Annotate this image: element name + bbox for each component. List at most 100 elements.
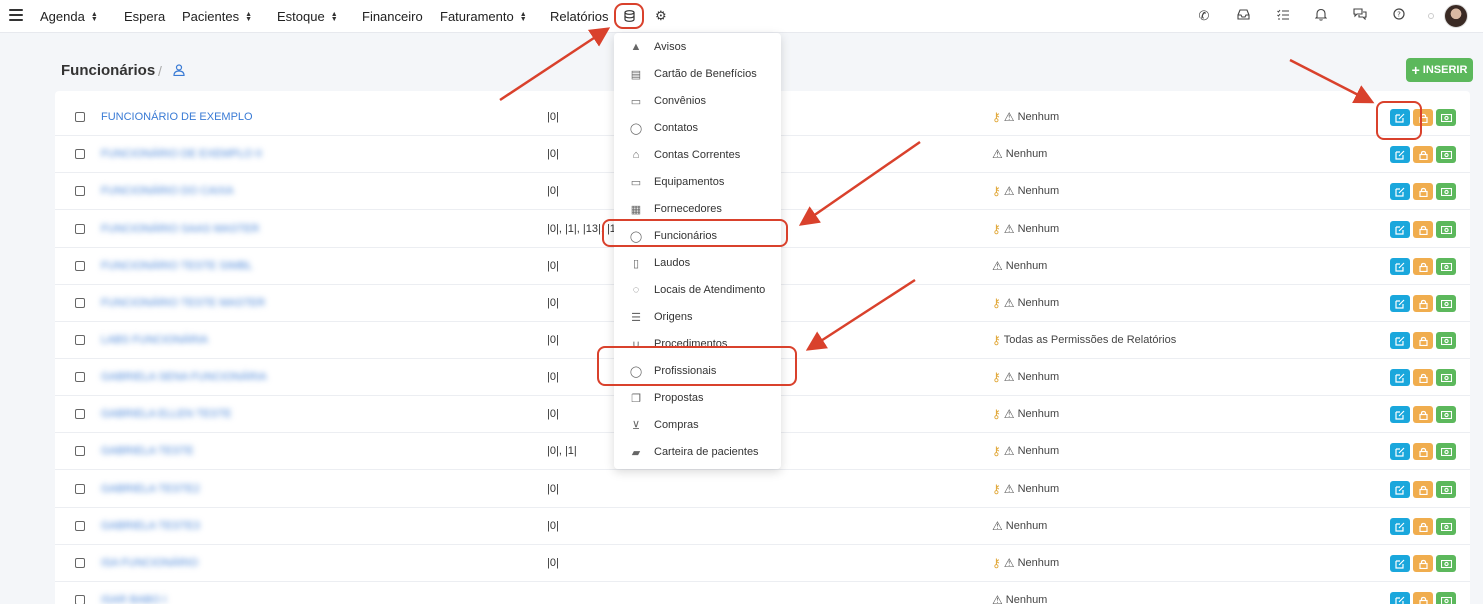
employee-name-link[interactable]: FUNCIONÁRIO SAAS MASTER bbox=[101, 223, 259, 235]
edit-button[interactable] bbox=[1390, 146, 1410, 163]
employee-name-link[interactable]: GABRIELA TESTE bbox=[101, 445, 194, 457]
inbox-icon[interactable] bbox=[1235, 8, 1251, 23]
dropdown-item[interactable]: ❐ Propostas bbox=[614, 386, 781, 410]
dropdown-item[interactable]: ⌂ Contas Correntes bbox=[614, 143, 781, 167]
permissions-button[interactable] bbox=[1413, 406, 1433, 423]
edit-button[interactable] bbox=[1390, 406, 1410, 423]
gear-icon[interactable]: ⚙ bbox=[655, 8, 667, 24]
financial-button[interactable] bbox=[1436, 258, 1456, 275]
nav-faturamento[interactable]: Faturamento ▲ ▼ bbox=[440, 9, 527, 24]
employee-name-link[interactable]: GABRIELA TESTE3 bbox=[101, 520, 200, 532]
table-row[interactable]: GABRIELA TESTE2 |0| ⚷ ⚠ Nenhum bbox=[55, 471, 1470, 508]
edit-button[interactable] bbox=[1390, 592, 1410, 604]
permissions-button[interactable] bbox=[1413, 592, 1433, 604]
edit-button[interactable] bbox=[1390, 183, 1410, 200]
dropdown-item[interactable]: ◯ Contatos bbox=[614, 116, 781, 140]
permissions-button[interactable] bbox=[1413, 332, 1433, 349]
financial-button[interactable] bbox=[1436, 592, 1456, 604]
nav-agenda[interactable]: Agenda ▲ ▼ bbox=[40, 9, 98, 24]
financial-button[interactable] bbox=[1436, 109, 1456, 126]
employee-name-link[interactable]: FUNCIONÁRIO DE EXEMPLO bbox=[101, 111, 253, 123]
financial-button[interactable] bbox=[1436, 443, 1456, 460]
permissions-button[interactable] bbox=[1413, 369, 1433, 386]
row-checkbox[interactable] bbox=[75, 261, 85, 271]
edit-button[interactable] bbox=[1390, 369, 1410, 386]
edit-button[interactable] bbox=[1390, 443, 1410, 460]
financial-button[interactable] bbox=[1436, 332, 1456, 349]
edit-button[interactable] bbox=[1390, 221, 1410, 238]
row-checkbox[interactable] bbox=[75, 521, 85, 531]
row-checkbox[interactable] bbox=[75, 446, 85, 456]
permissions-button[interactable] bbox=[1413, 555, 1433, 572]
permissions-button[interactable] bbox=[1413, 518, 1433, 535]
table-row[interactable]: GABRIELA TESTE3 |0| ⚠ Nenhum bbox=[55, 508, 1470, 545]
employee-name-link[interactable]: ISA FUNCIONÁRIO bbox=[101, 557, 198, 569]
edit-button[interactable] bbox=[1390, 258, 1410, 275]
edit-button[interactable] bbox=[1390, 555, 1410, 572]
employee-name-link[interactable]: GABRIELA SENA FUNCIONÁRIA bbox=[101, 371, 267, 383]
financial-button[interactable] bbox=[1436, 481, 1456, 498]
nav-pacientes[interactable]: Pacientes ▲ ▼ bbox=[182, 9, 252, 24]
edit-button[interactable] bbox=[1390, 109, 1410, 126]
dropdown-item[interactable]: ▭ Convênios bbox=[614, 89, 781, 113]
employee-name-link[interactable]: GABRIELA ELLEN TESTE bbox=[101, 408, 232, 420]
financial-button[interactable] bbox=[1436, 183, 1456, 200]
row-checkbox[interactable] bbox=[75, 484, 85, 494]
employee-name-link[interactable]: FUNCIONÁRIO TESTE SIMBL bbox=[101, 260, 252, 272]
permissions-button[interactable] bbox=[1413, 221, 1433, 238]
dropdown-item[interactable]: ▤ Cartão de Benefícios bbox=[614, 62, 781, 86]
edit-button[interactable] bbox=[1390, 295, 1410, 312]
dropdown-item[interactable]: ▦ Fornecedores bbox=[614, 197, 781, 221]
edit-button[interactable] bbox=[1390, 518, 1410, 535]
permissions-button[interactable] bbox=[1413, 146, 1433, 163]
employee-name-link[interactable]: FUNCIONÁRIO DO CAIXA bbox=[101, 185, 234, 197]
nav-relatorios[interactable]: Relatórios bbox=[550, 9, 609, 24]
table-row[interactable]: ISA FUNCIONÁRIO |0| ⚷ ⚠ Nenhum bbox=[55, 545, 1470, 582]
financial-button[interactable] bbox=[1436, 406, 1456, 423]
row-checkbox[interactable] bbox=[75, 372, 85, 382]
employee-name-link[interactable]: FUNCIONÁRIO TESTE MASTER bbox=[101, 297, 265, 309]
help-icon[interactable]: ? bbox=[1391, 8, 1407, 23]
permissions-button[interactable] bbox=[1413, 258, 1433, 275]
chat-icon[interactable] bbox=[1352, 8, 1368, 23]
dropdown-item[interactable]: ◌ Locais de Atendimento bbox=[614, 278, 781, 302]
financial-button[interactable] bbox=[1436, 295, 1456, 312]
phone-icon[interactable]: ✆ bbox=[1196, 8, 1212, 24]
financial-button[interactable] bbox=[1436, 369, 1456, 386]
dropdown-item[interactable]: ▲ Avisos bbox=[614, 35, 781, 59]
checklist-icon[interactable] bbox=[1275, 8, 1291, 23]
row-checkbox[interactable] bbox=[75, 595, 85, 604]
financial-button[interactable] bbox=[1436, 146, 1456, 163]
dropdown-item[interactable]: ⊻ Compras bbox=[614, 413, 781, 437]
insert-button[interactable]: + INSERIR bbox=[1406, 58, 1473, 82]
permissions-button[interactable] bbox=[1413, 109, 1433, 126]
dropdown-item[interactable]: ▯ Laudos bbox=[614, 251, 781, 275]
employee-name-link[interactable]: LABS FUNCIONÁRIA bbox=[101, 334, 208, 346]
nav-financeiro[interactable]: Financeiro bbox=[362, 9, 423, 24]
database-menu-button[interactable] bbox=[614, 3, 644, 29]
permissions-button[interactable] bbox=[1413, 481, 1433, 498]
financial-button[interactable] bbox=[1436, 518, 1456, 535]
dropdown-item[interactable]: ∪ Procedimentos bbox=[614, 332, 781, 356]
financial-button[interactable] bbox=[1436, 221, 1456, 238]
edit-button[interactable] bbox=[1390, 332, 1410, 349]
hamburger-menu-icon[interactable] bbox=[9, 9, 23, 21]
nav-estoque[interactable]: Estoque ▲ ▼ bbox=[277, 9, 338, 24]
employee-name-link[interactable]: FUNCIONÁRIO DE EXEMPLO II bbox=[101, 148, 262, 160]
employee-name-link[interactable]: ISAR BABO I bbox=[101, 594, 166, 604]
row-checkbox[interactable] bbox=[75, 149, 85, 159]
row-checkbox[interactable] bbox=[75, 112, 85, 122]
row-checkbox[interactable] bbox=[75, 186, 85, 196]
edit-button[interactable] bbox=[1390, 481, 1410, 498]
row-checkbox[interactable] bbox=[75, 409, 85, 419]
row-checkbox[interactable] bbox=[75, 224, 85, 234]
dropdown-item[interactable]: ▭ Equipamentos bbox=[614, 170, 781, 194]
table-row[interactable]: ISAR BABO I ⚠ Nenhum bbox=[55, 582, 1470, 604]
user-avatar[interactable] bbox=[1444, 4, 1468, 28]
nav-espera[interactable]: Espera bbox=[124, 9, 165, 24]
dropdown-item[interactable]: ☰ Origens bbox=[614, 305, 781, 329]
permissions-button[interactable] bbox=[1413, 443, 1433, 460]
row-checkbox[interactable] bbox=[75, 335, 85, 345]
employee-name-link[interactable]: GABRIELA TESTE2 bbox=[101, 483, 200, 495]
dropdown-item[interactable]: ▰ Carteira de pacientes bbox=[614, 440, 781, 464]
